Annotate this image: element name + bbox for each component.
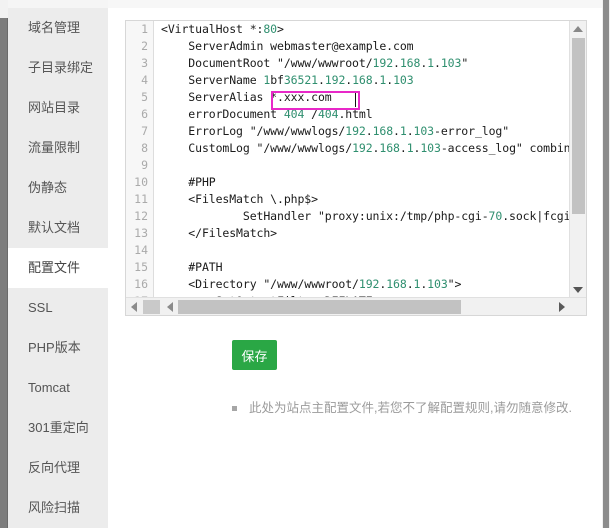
code-text-area[interactable]: <VirtualHost *:80> ServerAdmin webmaster… [155,21,570,298]
sidebar-item-11[interactable]: 反向代理 [8,448,108,488]
line-number: 1 [141,22,148,36]
sidebar-item-2[interactable]: 网站目录 [8,88,108,128]
code-line: <FilesMatch \.php$> [161,192,318,206]
code-line: ServerName 1bf36521.192.168.1.103 [161,73,414,87]
page-root: 域名管理子目录绑定网站目录流量限制伪静态默认文档配置文件 SSL PHP版本 Tomc… [0,0,610,528]
scroll-down-arrow-icon[interactable] [570,282,586,298]
line-number: 13 [134,226,148,240]
left-rail [0,0,8,528]
sidebar-item-9[interactable]: Tomcat [8,368,108,408]
text-caret [355,93,356,107]
main-top-strip [108,0,602,8]
sidebar-item-label: SSL [28,300,53,315]
sidebar-top-strip [8,0,108,8]
bullet-icon [232,406,237,411]
sidebar: 域名管理子目录绑定网站目录流量限制伪静态默认文档配置文件 SSL PHP版本 Tomc… [8,0,108,528]
editor-body[interactable]: 123456789101112131415161718 <VirtualHost… [126,21,570,298]
editor-vertical-scrollbar[interactable] [569,21,586,298]
line-number: 14 [134,243,148,257]
sidebar-item-label: PHP版本 [28,340,81,355]
sidebar-item-label: 子目录绑定 [28,60,94,75]
sidebar-menu: 域名管理子目录绑定网站目录流量限制伪静态默认文档配置文件 SSL PHP版本 Tomc… [8,8,108,528]
sidebar-item-label: 反向代理 [28,460,81,475]
sidebar-item-label: 配置文件 [28,260,81,275]
code-line: <VirtualHost *:80> [161,22,284,36]
line-number: 15 [134,260,148,274]
sidebar-item-label: 风险扫描 [28,500,81,515]
sidebar-item-label: 伪静态 [28,180,68,195]
code-line: SetHandler "proxy:unix:/tmp/php-cgi-70.s… [161,209,570,223]
editor-horizontal-scrollbar[interactable] [126,297,586,315]
line-number: 10 [134,175,148,189]
line-number: 7 [141,124,148,138]
main-content: 123456789101112131415161718 <VirtualHost… [108,0,602,528]
hint-text: 此处为站点主配置文件,若您不了解配置规则,请勿随意修改. [249,401,572,415]
sidebar-item-5[interactable]: 默认文档 [8,208,108,248]
config-file-editor[interactable]: 123456789101112131415161718 <VirtualHost… [125,20,587,316]
line-number-gutter: 123456789101112131415161718 [126,21,154,298]
code-line: <Directory "/www/wwwroot/192.168.1.103"> [161,277,462,291]
sidebar-item-label: 域名管理 [28,20,81,35]
code-line: ServerAdmin webmaster@example.com [161,39,414,53]
code-line: ErrorLog "/www/wwwlogs/192.168.1.103-err… [161,124,510,138]
sidebar-item-label: 301重定向 [28,420,89,435]
vertical-scroll-thumb[interactable] [572,38,585,214]
hint-row: 此处为站点主配置文件,若您不了解配置规则,请勿随意修改. [232,400,610,416]
sidebar-item-12[interactable]: 风险扫描 [8,488,108,528]
code-line: DocumentRoot "/www/wwwroot/192.168.1.103… [161,56,469,70]
scroll-left-arrow-icon[interactable] [126,298,142,315]
line-number: 5 [141,90,148,104]
inner-scroll-left-arrow-icon[interactable] [162,298,178,315]
code-line: #PATH [161,260,223,274]
sidebar-item-6[interactable]: 配置文件 [8,248,108,288]
line-number: 2 [141,39,148,53]
line-number: 9 [141,158,148,172]
inner-horizontal-scroll-thumb[interactable] [178,300,461,314]
sidebar-item-label: 网站目录 [28,100,81,115]
left-rail-top-cap [0,0,8,18]
code-line: ServerAlias *.xxx.com [161,90,332,104]
page-scroll-thumb[interactable] [603,0,609,528]
code-line: #PHP [161,175,216,189]
save-button[interactable]: 保存 [232,340,277,370]
code-line: </FilesMatch> [161,226,278,240]
sidebar-item-3[interactable]: 流量限制 [8,128,108,168]
outer-horizontal-scroll-thumb[interactable] [143,300,160,314]
sidebar-item-7[interactable]: SSL [8,288,108,328]
page-scrollbar[interactable] [602,0,610,528]
line-number: 3 [141,56,148,70]
line-number: 11 [134,192,148,206]
line-number: 16 [134,277,148,291]
sidebar-item-1[interactable]: 子目录绑定 [8,48,108,88]
sidebar-item-label: 默认文档 [28,220,81,235]
sidebar-item-label: 流量限制 [28,140,81,155]
line-number: 8 [141,141,148,155]
sidebar-item-10[interactable]: 301重定向 [8,408,108,448]
server-alias-highlight-box [271,91,360,110]
sidebar-item-4[interactable]: 伪静态 [8,168,108,208]
code-line: errorDocument 404 /404.html [161,107,373,121]
sidebar-item-0[interactable]: 域名管理 [8,8,108,48]
sidebar-item-8[interactable]: PHP版本 [8,328,108,368]
scroll-up-arrow-icon[interactable] [570,21,586,37]
code-line: CustomLog "/www/wwwlogs/192.168.1.103-ac… [161,141,570,155]
scroll-right-arrow-icon[interactable] [554,298,570,315]
line-number: 4 [141,73,148,87]
sidebar-item-label: Tomcat [28,380,70,395]
line-number: 12 [134,209,148,223]
line-number: 6 [141,107,148,121]
